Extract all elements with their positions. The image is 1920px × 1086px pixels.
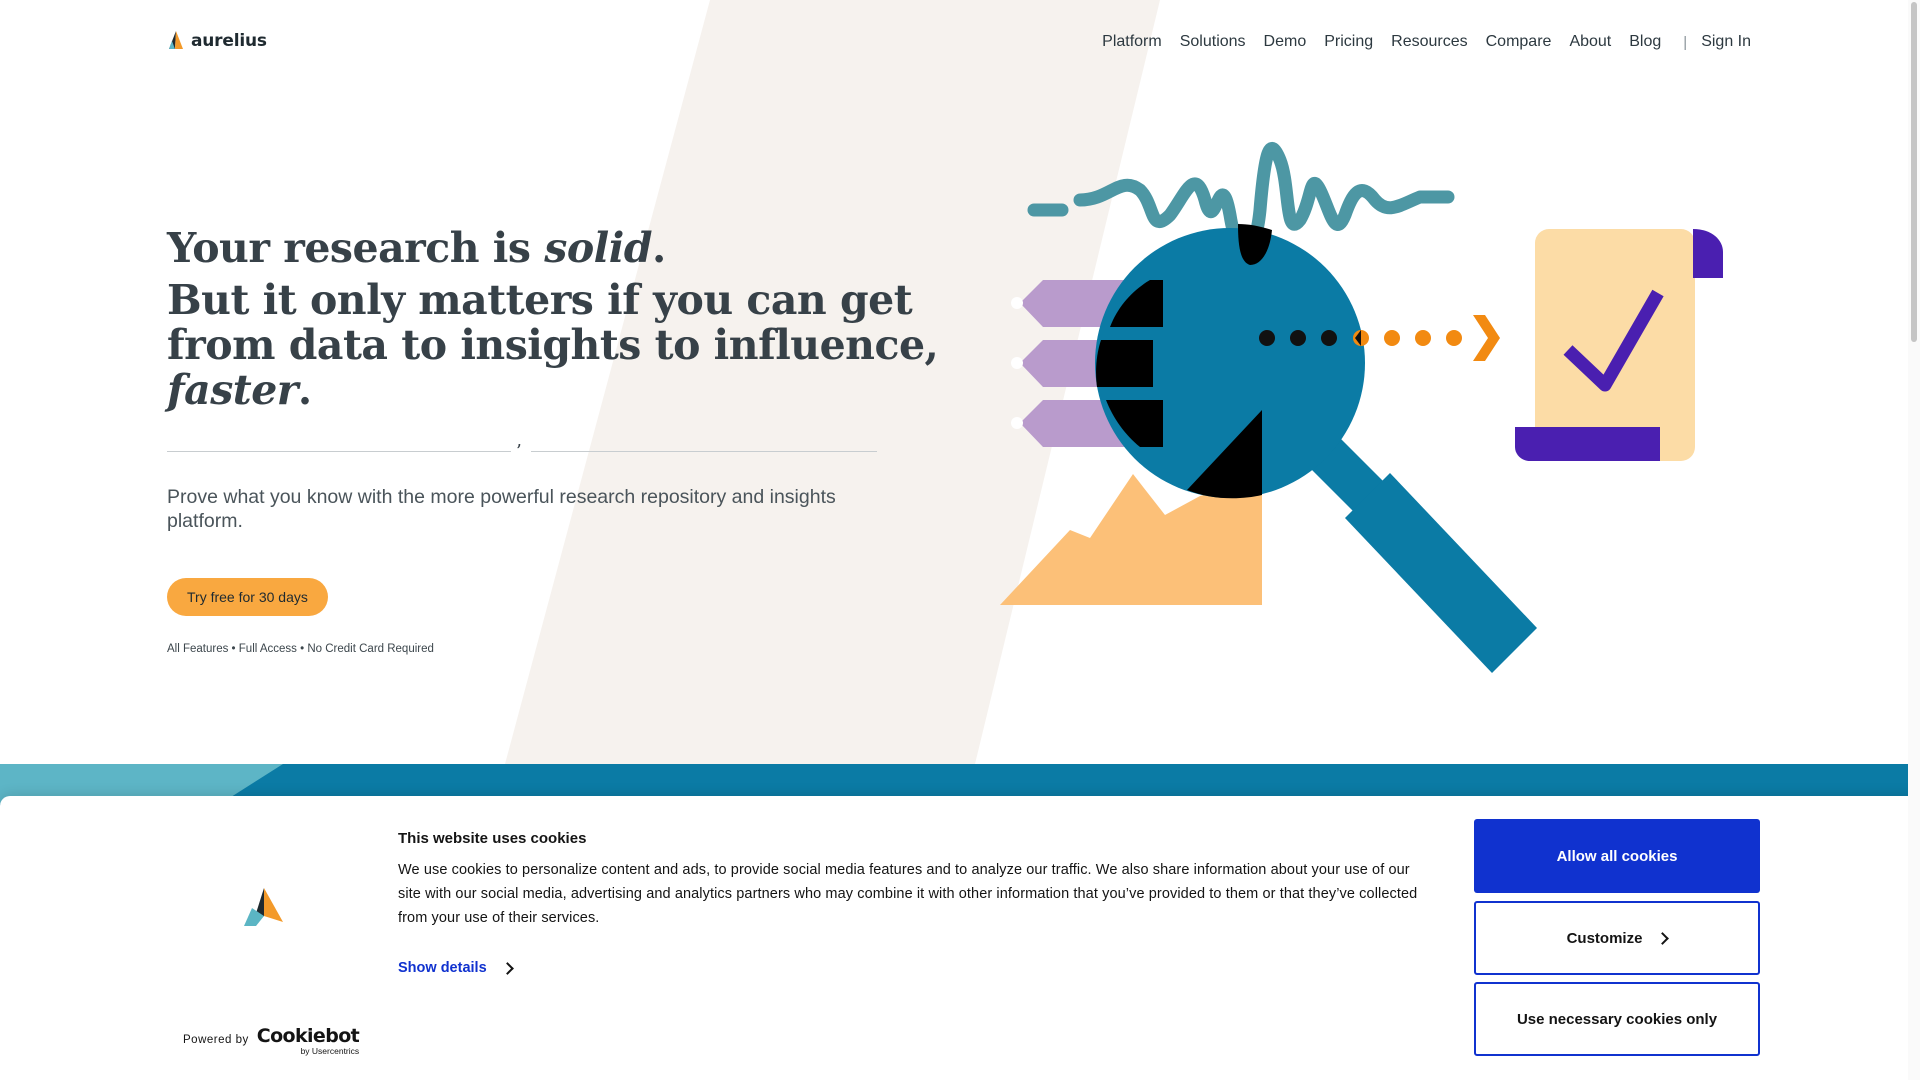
nav-blog[interactable]: Blog (1629, 33, 1661, 51)
necessary-only-label: Use necessary cookies only (1516, 1010, 1718, 1028)
hero-section: Your research is solid. But it only matt… (167, 222, 947, 655)
hero-illustration (1000, 142, 1723, 673)
cookie-description: We use cookies to personalize content an… (398, 862, 1418, 926)
hero-fineprint: All Features • Full Access • No Credit C… (167, 642, 434, 655)
hero-divider: ’ (167, 441, 877, 461)
aurelius-logo-icon (169, 31, 183, 49)
show-details-link[interactable]: Show details (398, 960, 514, 976)
nav-pricing[interactable]: Pricing (1324, 33, 1373, 51)
chevron-right-icon (500, 961, 514, 975)
cookiebot-logo: Cookiebot by Usercentrics (256, 1025, 360, 1056)
sign-in-link[interactable]: Sign In (1701, 33, 1751, 51)
chevron-right-icon (1656, 931, 1670, 945)
arrow-chevron-shape (1473, 315, 1500, 361)
powered-by-cookiebot[interactable]: Powered by Cookiebot by Usercentrics (183, 1025, 360, 1056)
brand-name: aurelius (191, 31, 267, 51)
nav-separator: | (1683, 33, 1688, 51)
cookie-title: This website uses cookies (398, 830, 587, 847)
try-free-button[interactable]: Try free for 30 days (167, 577, 328, 616)
aurelius-logo-icon (244, 888, 283, 926)
page-scrollbar[interactable] (1908, 0, 1920, 1080)
cookiebot-name: Cookiebot (256, 1025, 360, 1047)
nav-demo[interactable]: Demo (1264, 33, 1307, 51)
main-nav: Platform Solutions Demo Pricing Resource… (1084, 33, 1751, 51)
customize-button[interactable]: Customize (1474, 901, 1760, 975)
cookiebot-subtitle: by Usercentrics (300, 1046, 360, 1056)
document-scroll (1515, 229, 1723, 461)
brand-logo[interactable]: aurelius (167, 31, 267, 51)
powered-by-label: Powered by (183, 1034, 249, 1046)
necessary-cookies-button[interactable]: Use necessary cookies only (1474, 982, 1760, 1056)
hero-headline-primary: Your research is solid. (167, 224, 666, 272)
divider-mark: ’ (516, 441, 522, 462)
nav-compare[interactable]: Compare (1486, 33, 1552, 51)
hero-subtext: Prove what you know with the more powerf… (167, 486, 836, 532)
nav-about[interactable]: About (1569, 33, 1611, 51)
cookie-consent-banner: This website uses cookies We use cookies… (0, 796, 1920, 1086)
customize-label: Customize (1566, 929, 1643, 947)
nav-platform[interactable]: Platform (1102, 33, 1162, 51)
allow-all-cookies-button[interactable]: Allow all cookies (1474, 819, 1760, 893)
nav-resources[interactable]: Resources (1391, 33, 1467, 51)
show-details-label: Show details (398, 960, 487, 976)
allow-all-label: Allow all cookies (1556, 847, 1678, 865)
site-header: aurelius Platform Solutions Demo Pricing… (0, 0, 1920, 90)
hero-headline-secondary: But it only matters if you can get from … (167, 276, 939, 414)
scrollbar-thumb[interactable] (1911, 2, 1917, 342)
nav-solutions[interactable]: Solutions (1180, 33, 1246, 51)
